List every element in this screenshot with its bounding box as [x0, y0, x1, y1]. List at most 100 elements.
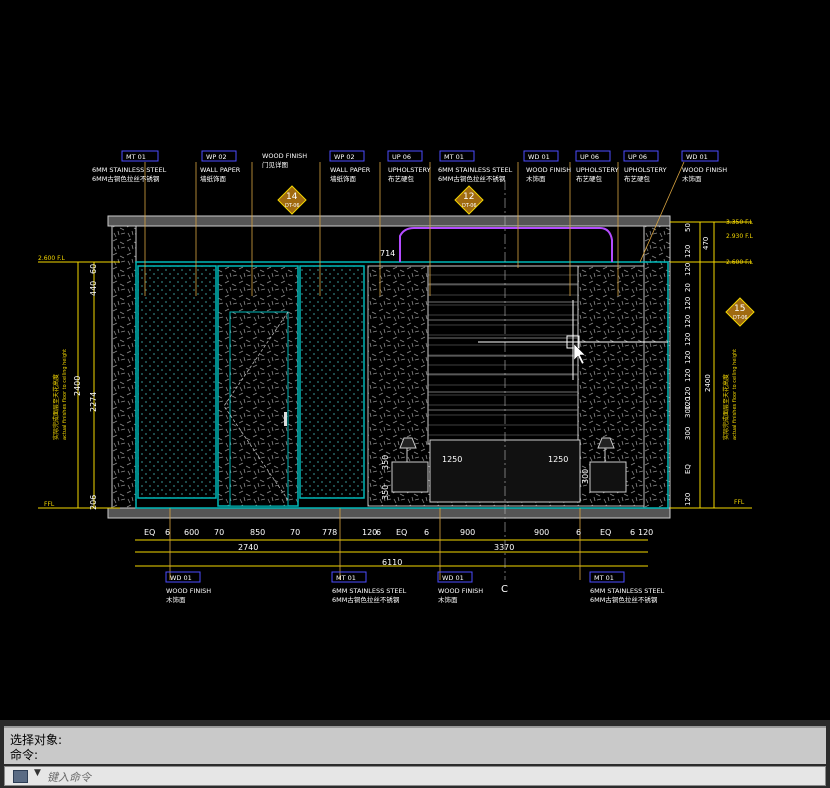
- bedside-table-left: [391, 461, 429, 493]
- tag-cn: 木饰面: [166, 595, 186, 604]
- history-line: 选择对象:: [10, 733, 63, 747]
- dim-text: 206: [89, 495, 98, 510]
- dim-text: 6: [424, 528, 429, 537]
- section-marker[interactable]: 12 DT-06: [454, 185, 484, 215]
- tag-cn: 木饰面: [438, 595, 458, 604]
- tag-cn: 墙纸饰面: [200, 174, 227, 183]
- dim-text: 120: [684, 263, 692, 276]
- dim-text: 350: [381, 485, 390, 500]
- chevron-down-icon[interactable]: ▼: [34, 768, 41, 778]
- section-ref: DT-06: [462, 203, 477, 209]
- dim-text: 2400: [704, 374, 712, 392]
- dim-text: 350: [381, 455, 390, 470]
- dim-text: 120: [362, 528, 377, 537]
- dim-text: EQ: [600, 528, 611, 537]
- tag-cn: 6MM古铜色拉丝不锈钢: [92, 174, 160, 183]
- dim-text: 70: [214, 528, 224, 537]
- dim-text: 120: [638, 528, 653, 537]
- dim-text: 2740: [238, 543, 258, 552]
- dim-text: 2274: [89, 392, 98, 412]
- dim-text: 6: [576, 528, 581, 537]
- section-marker[interactable]: 15 DT-06: [725, 297, 755, 327]
- dim-text: 6110: [382, 558, 402, 567]
- ceiling-curtain-box: [399, 227, 613, 262]
- level-label: 3.350 F.L: [726, 219, 753, 226]
- tag-cn: 门见详图: [262, 160, 288, 169]
- tag-en: UPHOLSTERY: [576, 166, 619, 174]
- dim-text: 900: [460, 528, 475, 537]
- tag-en: WOOD FINISH: [526, 166, 571, 174]
- section-num: 14: [286, 192, 298, 202]
- floor-slab: [107, 507, 671, 519]
- dim-text: 1250: [442, 455, 462, 464]
- door-leaf: [229, 311, 289, 507]
- cad-drawing-canvas[interactable]: C MT 01 6MM STAINLESS STEEL 6MM古铜色拉丝不锈钢 …: [0, 0, 830, 720]
- dim-text: 120: [684, 315, 692, 328]
- tag-code: WD 01: [528, 153, 550, 161]
- command-input[interactable]: [45, 768, 749, 786]
- tag-code: WD 01: [170, 574, 192, 582]
- dim-text: 850: [250, 528, 265, 537]
- tag-en: 6MM STAINLESS STEEL: [332, 587, 407, 595]
- level-label: 2.600 F.L: [726, 259, 753, 266]
- tag-code: MT 01: [336, 574, 356, 582]
- ceiling-slab: [107, 215, 671, 227]
- command-input-bar: ▼: [4, 766, 826, 786]
- bedside-table-right: [589, 461, 627, 493]
- history-line: 命令:: [10, 748, 39, 762]
- bottom-dimensions: EQ 6 600 70 850 70 778 120 6 EQ 6 900 90…: [144, 528, 653, 567]
- tag-cn: 布艺硬包: [388, 174, 415, 183]
- dim-text: 714: [380, 249, 395, 258]
- tag-en: 6MM STAINLESS STEEL: [438, 166, 513, 174]
- left-wall-column: [111, 225, 137, 509]
- dim-text: 6: [376, 528, 381, 537]
- tag-en: WALL PAPER: [330, 166, 371, 174]
- tag-code: MT 01: [444, 153, 464, 161]
- vertical-note: actual finishes floor to ceiling height: [732, 349, 738, 440]
- command-prompt-icon[interactable]: [13, 770, 28, 783]
- dim-text: 2400: [73, 376, 82, 396]
- dim-text: 300: [684, 405, 692, 418]
- door-handle: [284, 412, 287, 426]
- tag-code: MT 01: [126, 153, 146, 161]
- level-label: FFL: [44, 501, 55, 508]
- tag-code: WP 02: [206, 153, 227, 161]
- tag-code: UP 06: [580, 153, 599, 161]
- bottom-material-tags: WD 01 WOOD FINISH 木饰面 MT 01 6MM STAINLES…: [165, 571, 665, 604]
- tag-en: UPHOLSTERY: [624, 166, 667, 174]
- dim-text: 6: [630, 528, 635, 537]
- dim-text: 600: [184, 528, 199, 537]
- vertical-note: 实际完成面层至天花高度: [52, 374, 60, 440]
- wallpaper-panel-left: [137, 265, 217, 499]
- tag-code: UP 06: [392, 153, 411, 161]
- tag-code: WP 02: [334, 153, 355, 161]
- dim-text: 120: [684, 351, 692, 364]
- tag-cn: 木饰面: [526, 174, 546, 183]
- dim-text: EQ: [144, 528, 155, 537]
- command-history: 选择对象: 命令:: [4, 726, 826, 764]
- tag-cn: 6MM古铜色拉丝不锈钢: [332, 595, 400, 604]
- dim-text: 778: [322, 528, 337, 537]
- vertical-note: 实际完成面层至天花高度: [722, 374, 730, 440]
- tag-cn: 6MM古铜色拉丝不锈钢: [438, 174, 506, 183]
- tag-code: WD 01: [442, 574, 464, 582]
- tag-en: WOOD FINISH: [438, 587, 483, 595]
- tag-code: WD 01: [686, 153, 708, 161]
- section-num: 15: [734, 304, 745, 314]
- dim-text: 3370: [494, 543, 514, 552]
- dim-text: 20: [684, 283, 692, 292]
- level-label: FFL: [734, 499, 745, 506]
- level-label: 2.930 F.L: [726, 233, 753, 240]
- top-material-tags: MT 01 6MM STAINLESS STEEL 6MM古铜色拉丝不锈钢 WP…: [92, 150, 727, 183]
- section-marker[interactable]: 14 DT-06: [277, 185, 307, 215]
- dim-text: 440: [89, 281, 98, 296]
- right-wall-column: [643, 225, 671, 509]
- tag-en: 6MM STAINLESS STEEL: [92, 166, 167, 174]
- tag-cn: 6MM古铜色拉丝不锈钢: [590, 595, 658, 604]
- tag-en: UPHOLSTERY: [388, 166, 431, 174]
- dim-text: 300: [581, 469, 590, 484]
- tag-en: WOOD FINISH: [682, 166, 727, 174]
- dim-text: 120: [684, 297, 692, 310]
- dim-text: 300: [684, 427, 692, 440]
- tag-cn: 木饰面: [682, 174, 702, 183]
